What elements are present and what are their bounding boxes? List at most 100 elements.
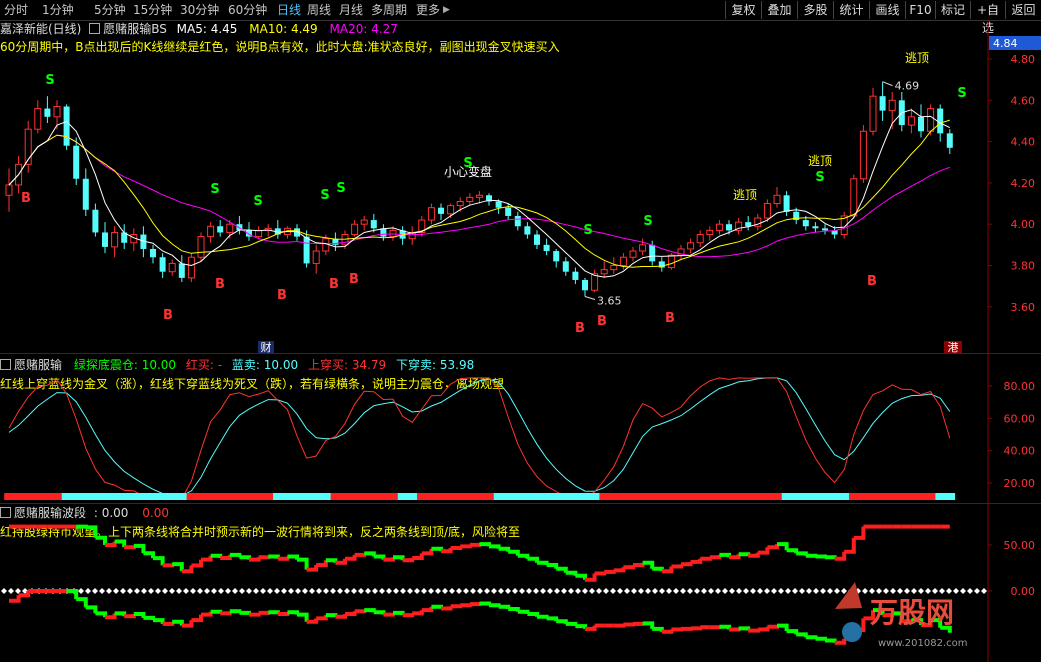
candle-body-up	[312, 250, 320, 264]
zero-line-marker	[288, 588, 294, 594]
zero-line-marker	[624, 588, 630, 594]
zero-line-marker	[876, 588, 882, 594]
period-tab-7[interactable]: 周线	[307, 0, 331, 20]
lower-wave-segment	[671, 627, 683, 632]
zero-line-marker	[365, 588, 371, 594]
zero-line-marker	[295, 588, 301, 594]
upper-wave-segment	[537, 560, 549, 565]
lower-wave-segment	[239, 610, 251, 615]
zero-line-marker	[190, 588, 196, 594]
upper-wave-segment	[796, 551, 808, 556]
upper-wave-segment	[594, 571, 607, 576]
oscillator-panel: 愿赌服输 绿探底震仓: 10.00 红买: - 蓝卖: 10.00 上穿买: 3…	[0, 353, 1041, 504]
candle-body-up	[610, 265, 618, 271]
upper-wave-segment	[345, 554, 357, 561]
zero-line-marker	[253, 588, 259, 594]
zero-line-marker	[946, 588, 952, 594]
sell-signal-7: S	[643, 214, 652, 229]
status-bar-segment	[695, 493, 706, 500]
toolbar-button-2[interactable]: 多股	[797, 1, 833, 19]
candle-body-down	[582, 279, 588, 291]
zero-line-marker	[232, 588, 238, 594]
buy-signal-5: B	[349, 272, 359, 287]
wave-chart: 50.00 0.00 万股网 www.201082.com	[1, 504, 1036, 662]
status-bar-segment	[916, 493, 927, 500]
toolbar-button-0[interactable]: 复权	[725, 1, 761, 19]
wave-tick-label-1: 0.00	[1011, 585, 1036, 598]
zero-line-marker	[638, 588, 644, 594]
status-bar-segment	[330, 493, 341, 500]
price-tick-label-3: 4.20	[1011, 177, 1036, 190]
zero-line-marker	[953, 588, 959, 594]
upper-wave-segment	[258, 555, 271, 560]
oscillator-chart: 80.00 60.00 40.00 20.00	[4, 354, 1035, 504]
zero-line-marker	[792, 588, 798, 594]
lower-wave-segment	[623, 622, 635, 627]
zero-line-marker	[372, 588, 378, 594]
more-arrow-icon[interactable]: ▶	[443, 0, 450, 20]
status-bar-segment	[359, 493, 370, 500]
zero-line-marker	[379, 588, 385, 594]
period-tab-3[interactable]: 15分钟	[133, 0, 172, 20]
status-bar-segment	[148, 493, 159, 500]
period-tab-4[interactable]: 30分钟	[180, 0, 219, 20]
zero-line-marker	[869, 588, 875, 594]
price-tick-label-6: 3.60	[1011, 301, 1036, 314]
upper-wave-segment	[354, 552, 367, 557]
period-tab-9[interactable]: 多周期	[371, 0, 407, 20]
zero-line-marker	[211, 588, 217, 594]
lower-wave-segment	[124, 614, 136, 619]
status-bar-segment	[397, 493, 408, 500]
period-tab-5[interactable]: 60分钟	[228, 0, 267, 20]
status-bar-segment	[820, 493, 831, 500]
candle-body-down	[553, 251, 560, 262]
candle-body-down	[783, 195, 790, 212]
status-bar-segment	[388, 493, 399, 500]
period-tab-10[interactable]: 更多	[416, 0, 440, 20]
zero-line-marker	[407, 588, 413, 594]
zero-line-marker	[617, 588, 623, 594]
candle-body-down	[73, 145, 80, 179]
period-tab-6[interactable]: 日线	[277, 0, 301, 20]
lower-wave-segment	[277, 612, 290, 616]
candle-body-down	[534, 234, 540, 245]
upper-wave-segment	[633, 562, 645, 567]
period-tab-0[interactable]: 分时	[4, 0, 28, 20]
period-tab-2[interactable]: 5分钟	[94, 0, 126, 20]
toolbar-button-7[interactable]: +自选	[970, 1, 1005, 35]
toolbar-button-4[interactable]: 画线	[869, 1, 905, 19]
period-tab-1[interactable]: 1分钟	[42, 0, 74, 20]
status-bar-segment	[493, 493, 504, 500]
upper-wave-segment	[143, 551, 155, 559]
lower-wave-segment	[95, 611, 107, 618]
lower-wave-segment	[757, 626, 770, 632]
zero-line-marker	[113, 588, 119, 594]
status-bar-segment	[925, 493, 936, 500]
status-bar-segment	[657, 493, 668, 500]
status-bar-segment	[177, 493, 188, 500]
zero-line-marker	[435, 588, 441, 594]
toolbar-button-1[interactable]: 叠加	[761, 1, 797, 19]
toolbar-button-5[interactable]: F10	[905, 1, 935, 19]
zero-line-marker	[673, 588, 679, 594]
status-bar-segment	[465, 493, 476, 500]
status-bar-segment	[244, 493, 255, 500]
candle-body-up	[696, 234, 704, 244]
candle-body-down	[92, 209, 99, 233]
lower-wave-segment	[153, 618, 165, 624]
toolbar-button-6[interactable]: 标记	[935, 1, 970, 19]
lower-wave-segment	[681, 626, 693, 631]
period-tab-8[interactable]: 月线	[339, 0, 363, 20]
zero-line-marker	[274, 588, 280, 594]
toolbar-button-8[interactable]: 返回	[1005, 1, 1041, 19]
lower-wave-segment	[297, 612, 309, 622]
status-bar-segment	[119, 493, 130, 500]
zero-line-marker	[890, 588, 896, 594]
status-bar-segment	[301, 493, 312, 500]
lower-wave-segment	[556, 619, 568, 624]
toolbar-button-3[interactable]: 统计	[833, 1, 869, 19]
status-bar-segment	[157, 493, 168, 500]
upper-wave-segment	[546, 563, 559, 569]
lower-wave-segment	[489, 603, 501, 608]
candle-body-up	[341, 234, 349, 246]
